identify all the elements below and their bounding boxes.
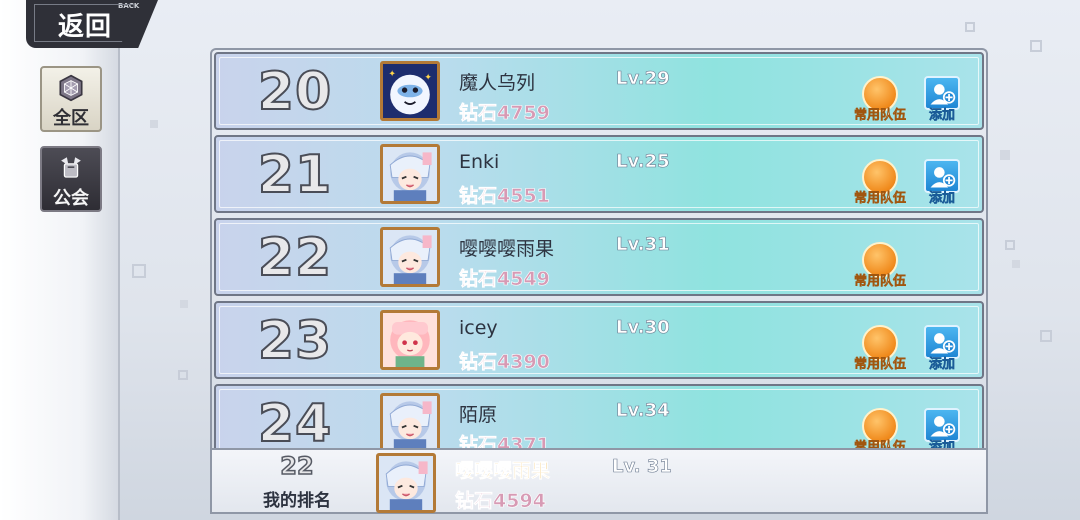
player-name: 嘤嘤嘤雨果 <box>459 238 555 260</box>
diamond-count: 钻石4551 <box>459 185 550 208</box>
diamond-count: 钻石4390 <box>459 351 550 374</box>
tab-guild-label: 公会 <box>53 188 89 209</box>
ranking-row[interactable]: 24 陌原钻石4371 Lv.34 常用队伍 添加 <box>214 384 984 448</box>
common-team-button[interactable]: 常用队伍 <box>850 408 910 448</box>
yeti-avatar-icon: ✦ ✦ <box>383 64 437 118</box>
ranking-row[interactable]: 20 ✦ ✦ 魔人乌列 钻石4759 Lv.29 常用队伍 添加 <box>214 52 984 130</box>
rank-number: 22 <box>257 227 333 289</box>
player-level: Lv.31 <box>616 234 670 256</box>
tab-guild[interactable]: 公会 <box>40 146 102 212</box>
my-rank-number: 22 <box>280 451 315 481</box>
back-button[interactable]: 返回 BACK <box>26 0 158 48</box>
back-button-label: 返回 <box>58 12 113 42</box>
player-avatar[interactable] <box>380 227 440 287</box>
rank-number: 23 <box>257 310 333 372</box>
common-team-button[interactable]: 常用队伍 <box>850 159 910 209</box>
blue-hair-girl-icon <box>383 147 437 201</box>
my-rank-label: 我的排名 <box>263 491 331 511</box>
diamond-count: 钻石4549 <box>459 268 550 291</box>
bg-square <box>1012 260 1020 268</box>
server-globe-icon <box>59 74 83 102</box>
add-friend-label: 添加 <box>928 440 956 448</box>
player-level: Lv.34 <box>616 400 670 422</box>
add-friend-label: 添加 <box>928 191 956 207</box>
common-team-button[interactable]: 常用队伍 <box>850 242 910 292</box>
bg-square <box>178 370 188 380</box>
my-avatar[interactable] <box>376 453 436 513</box>
bg-square <box>132 264 146 278</box>
rank-number: 24 <box>257 393 333 448</box>
bg-square <box>965 22 975 32</box>
ranking-row[interactable]: 21 Enki 钻石4551 Lv.25 常用队伍 添加 <box>214 135 984 213</box>
common-team-button[interactable]: 常用队伍 <box>850 325 910 375</box>
player-name: Enki <box>459 151 500 173</box>
add-friend-button[interactable]: 添加 <box>922 408 962 448</box>
add-friend-button[interactable]: 添加 <box>922 159 962 207</box>
back-button-sub: BACK <box>118 2 140 10</box>
player-name: 魔人乌列 <box>459 72 536 94</box>
add-friend-label: 添加 <box>928 108 956 124</box>
player-avatar[interactable] <box>380 144 440 204</box>
common-team-label: 常用队伍 <box>853 108 907 124</box>
bg-square <box>150 120 158 128</box>
bg-square <box>1040 330 1052 342</box>
player-level: Lv.25 <box>616 151 670 173</box>
player-level: Lv.29 <box>616 68 670 90</box>
blue-hair-girl-icon <box>379 456 433 510</box>
svg-text:✦: ✦ <box>388 70 396 80</box>
diamond-count: 钻石4759 <box>459 102 550 125</box>
pink-hair-girl-icon <box>383 313 437 367</box>
common-team-label: 常用队伍 <box>853 440 907 448</box>
bg-square <box>180 300 188 308</box>
rank-number: 21 <box>257 144 333 206</box>
player-name: 陌原 <box>459 404 498 426</box>
ranking-row[interactable]: 23 icey 钻石4390 Lv.30 常用队伍 添加 <box>214 301 984 379</box>
ranking-list[interactable]: 20 ✦ ✦ 魔人乌列 钻石4759 Lv.29 常用队伍 添加 21 Enki 钻石4551 Lv.… <box>210 48 988 448</box>
player-level: Lv.30 <box>616 317 670 339</box>
common-team-label: 常用队伍 <box>853 191 907 207</box>
player-name: icey <box>459 317 498 339</box>
ranking-row[interactable]: 22 嘤嘤嘤雨果钻石4549 Lv.31 常用队伍 <box>214 218 984 296</box>
blue-hair-girl-icon <box>383 230 437 284</box>
tab-all-servers-label: 全区 <box>53 108 89 129</box>
player-avatar[interactable]: ✦ ✦ <box>380 61 440 121</box>
add-friend-label: 添加 <box>928 357 956 373</box>
common-team-label: 常用队伍 <box>853 274 907 290</box>
svg-text:✦: ✦ <box>424 73 432 83</box>
add-friend-button[interactable]: 添加 <box>922 76 962 124</box>
my-diamond-count: 钻石4594 <box>455 490 546 513</box>
my-rank-bar: 22 我的排名 嘤嘤嘤雨果 钻石4594 Lv. 31 <box>210 448 988 514</box>
blue-hair-girl-icon <box>383 396 437 448</box>
diamond-count: 钻石4371 <box>459 434 550 448</box>
my-player-level: Lv. 31 <box>612 456 672 478</box>
my-player-name: 嘤嘤嘤雨果 <box>455 460 551 483</box>
bg-square <box>1030 40 1042 52</box>
common-team-button[interactable]: 常用队伍 <box>850 76 910 126</box>
add-friend-button[interactable]: 添加 <box>922 325 962 373</box>
rank-number: 20 <box>257 61 333 123</box>
common-team-label: 常用队伍 <box>853 357 907 373</box>
bg-square <box>1000 150 1010 160</box>
player-avatar[interactable] <box>380 393 440 448</box>
player-avatar[interactable] <box>380 310 440 370</box>
bg-square <box>1005 240 1015 250</box>
tab-all-servers[interactable]: 全区 <box>40 66 102 132</box>
guild-hands-icon <box>61 157 81 178</box>
